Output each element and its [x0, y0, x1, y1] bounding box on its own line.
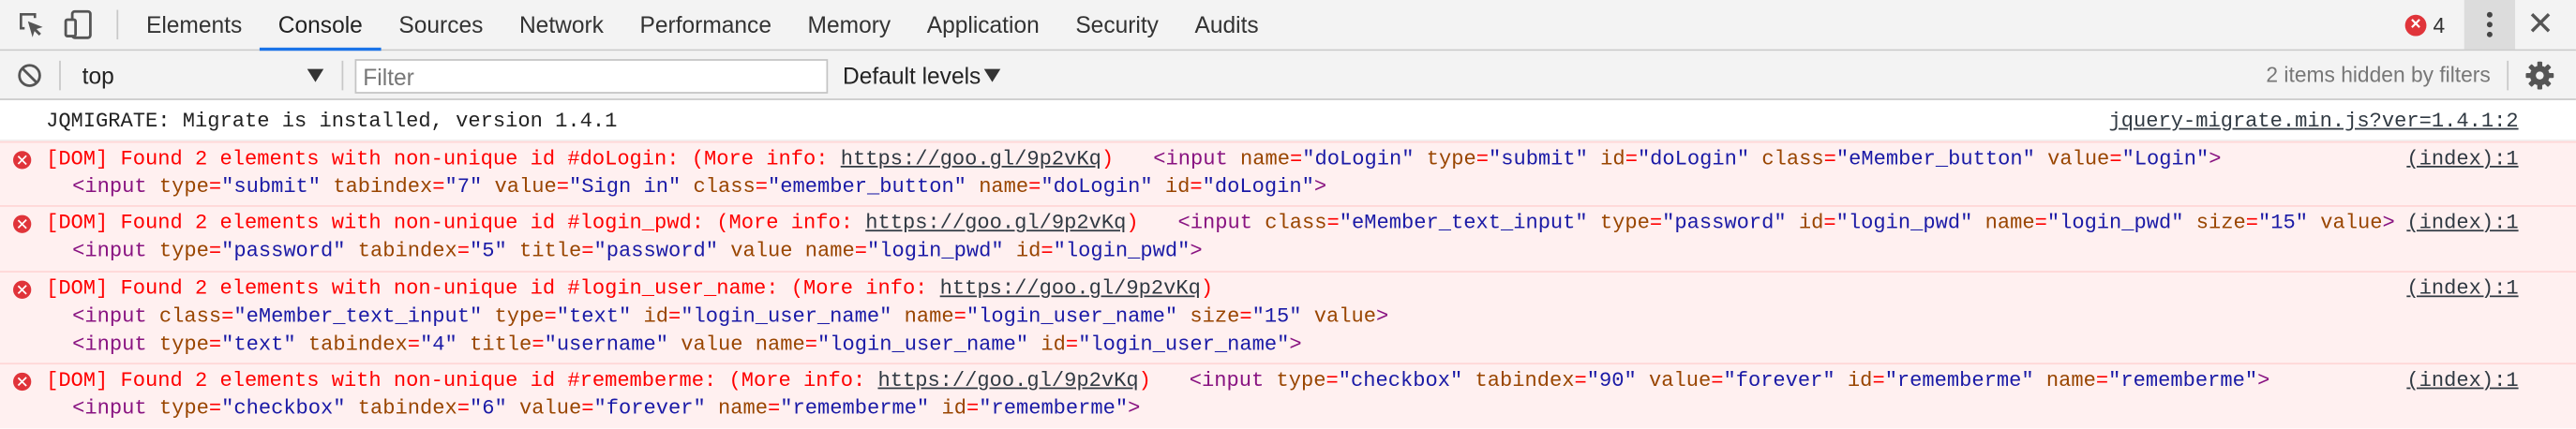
duplicate-element-1[interactable]: <input name="doLogin" type="submit" id="…: [1153, 146, 2221, 174]
devtools-panel: Elements Console Sources Network Perform…: [0, 0, 2576, 429]
error-icon: [13, 372, 32, 392]
message-text-end: ): [1200, 277, 1214, 301]
message-text: [DOM] Found 2 elements with non-unique i…: [46, 277, 940, 301]
more-info-link[interactable]: https://goo.gl/9p2vKq: [940, 277, 1201, 301]
duplicate-element-1[interactable]: <input class="eMember_text_input" type="…: [72, 303, 1388, 332]
more-info-link[interactable]: https://goo.gl/9p2vKq: [841, 148, 1101, 171]
console-message-error: [DOM] Found 2 elements with non-unique i…: [0, 271, 2576, 363]
tab-performance[interactable]: Performance: [622, 0, 789, 50]
tab-console[interactable]: Console: [260, 0, 382, 52]
clear-console-icon[interactable]: [17, 63, 43, 89]
source-link[interactable]: (index):1: [2406, 210, 2518, 238]
tab-elements[interactable]: Elements: [128, 0, 261, 50]
duplicate-element-1[interactable]: <input type="checkbox" tabindex="90" val…: [1190, 368, 2270, 396]
toolbar-divider: [59, 60, 61, 91]
tab-network[interactable]: Network: [502, 0, 622, 50]
console-messages: JQMIGRATE: Migrate is installed, version…: [0, 100, 2576, 429]
chevron-down-icon: [307, 68, 324, 82]
context-value: top: [82, 62, 114, 89]
error-icon: [13, 280, 32, 299]
error-icon: [13, 151, 32, 170]
console-message-error: [DOM] Found 2 elements with non-unique i…: [0, 205, 2576, 272]
error-count: 4: [2433, 13, 2446, 38]
source-link[interactable]: (index):1: [2406, 275, 2518, 303]
more-info-link[interactable]: https://goo.gl/9p2vKq: [877, 369, 1138, 392]
duplicate-element-2[interactable]: <input type="password" tabindex="5" titl…: [72, 238, 1203, 266]
tab-audits[interactable]: Audits: [1176, 0, 1277, 50]
filter-input[interactable]: [354, 59, 829, 94]
message-text: [DOM] Found 2 elements with non-unique i…: [46, 147, 841, 171]
toolbar-divider: [341, 60, 344, 91]
toolbar-divider: [2507, 60, 2509, 91]
message-text: JQMIGRATE: Migrate is installed, version…: [46, 110, 618, 133]
panel-tabs: Elements Console Sources Network Perform…: [128, 0, 1277, 52]
source-link[interactable]: jquery-migrate.min.js?ver=1.4.1:2: [2108, 109, 2518, 137]
source-link[interactable]: (index):1: [2406, 368, 2518, 396]
message-text-end: ): [1126, 212, 1139, 235]
gear-icon[interactable]: [2525, 61, 2555, 91]
error-icon: ×: [2404, 14, 2427, 37]
console-toolbar: top Default levels 2 items hidden by fil…: [0, 51, 2576, 100]
message-line: [DOM] Found 2 elements with non-unique i…: [46, 146, 1114, 174]
tab-memory[interactable]: Memory: [789, 0, 908, 50]
context-select[interactable]: top: [69, 59, 332, 92]
more-options-button[interactable]: [2464, 0, 2516, 50]
message-text: [DOM] Found 2 elements with non-unique i…: [46, 369, 878, 392]
tab-security[interactable]: Security: [1057, 0, 1176, 50]
tab-sources[interactable]: Sources: [381, 0, 502, 50]
chevron-down-icon: [983, 68, 1001, 82]
device-toolbar-icon[interactable]: [63, 8, 96, 41]
message-text: [DOM] Found 2 elements with non-unique i…: [46, 212, 866, 235]
message-text-end: ): [1101, 147, 1115, 171]
hidden-items-note: 2 items hidden by filters: [2266, 62, 2491, 87]
source-link[interactable]: (index):1: [2406, 146, 2518, 174]
levels-label: Default levels: [843, 62, 981, 89]
duplicate-element-2[interactable]: <input type="checkbox" tabindex="6" valu…: [72, 395, 1140, 423]
inspect-element-icon[interactable]: [15, 8, 48, 41]
log-levels-dropdown[interactable]: Default levels: [843, 59, 1001, 92]
devtools-tab-bar: Elements Console Sources Network Perform…: [0, 0, 2576, 52]
duplicate-element-2[interactable]: <input type="submit" tabindex="7" value=…: [72, 174, 1326, 202]
error-count-badge[interactable]: × 4: [2404, 13, 2446, 38]
message-text-end: ): [1138, 369, 1151, 392]
close-icon[interactable]: ✕: [2526, 8, 2554, 41]
console-message-error: [DOM] Found 2 elements with non-unique i…: [0, 362, 2576, 429]
message-line: [DOM] Found 2 elements with non-unique i…: [46, 368, 1151, 396]
duplicate-element-1[interactable]: <input class="eMember_text_input" type="…: [1178, 210, 2395, 238]
more-options-icon: [2486, 11, 2493, 37]
message-line: [DOM] Found 2 elements with non-unique i…: [46, 275, 1213, 303]
console-message-error: [DOM] Found 2 elements with non-unique i…: [0, 141, 2576, 206]
message-line: [DOM] Found 2 elements with non-unique i…: [46, 210, 1139, 238]
console-message-info: JQMIGRATE: Migrate is installed, version…: [0, 100, 2576, 141]
more-info-link[interactable]: https://goo.gl/9p2vKq: [865, 212, 1126, 235]
duplicate-element-2[interactable]: <input type="text" tabindex="4" title="u…: [72, 332, 1301, 360]
error-icon: [13, 214, 32, 233]
toolbar-divider: [116, 9, 119, 40]
tab-application[interactable]: Application: [908, 0, 1057, 50]
